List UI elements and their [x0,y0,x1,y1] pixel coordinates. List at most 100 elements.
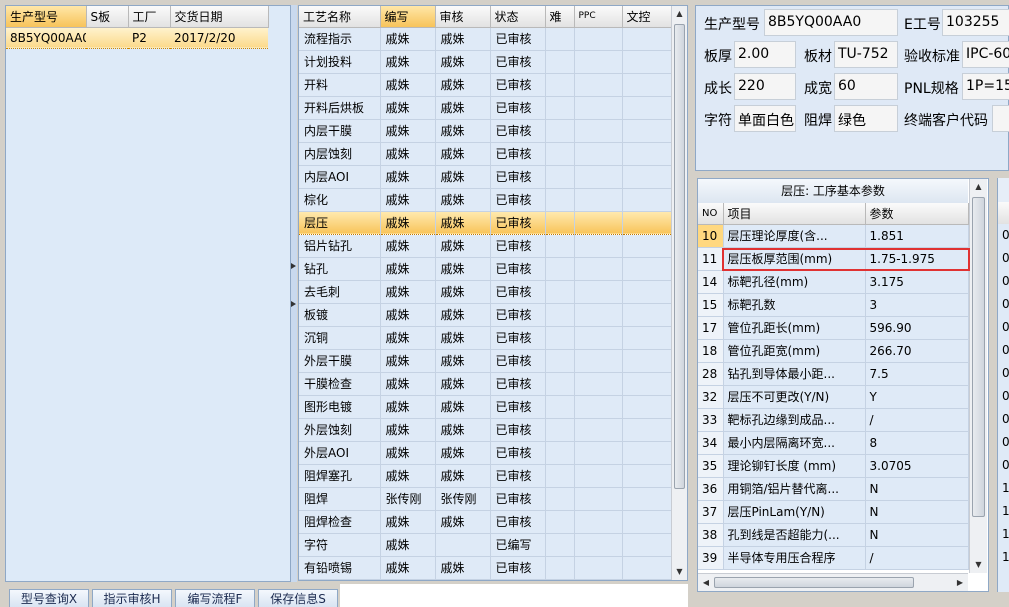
scroll-right-icon[interactable]: ▶ [954,575,966,591]
grid-cell[interactable]: 戚姝 [380,395,436,419]
col-header-model[interactable]: 生产型号 [6,6,87,28]
grid-cell[interactable] [574,464,623,488]
save-info-button[interactable]: 保存信息S [258,589,338,607]
cell-delivery-date[interactable]: 2017/2/20 [170,26,268,49]
grid-cell[interactable] [545,418,575,442]
grid-cell[interactable]: 戚姝 [380,510,436,534]
param-value-cell[interactable]: 1.851 [865,224,969,248]
param-name-cell[interactable]: 管位孔距长(mm) [723,316,866,340]
param-name-cell[interactable]: 孔到线是否超能力(... [723,523,866,547]
grid-cell[interactable]: 开料 [299,73,381,97]
grid-cell[interactable]: 戚姝 [380,418,436,442]
grid-cell[interactable]: 已审核 [490,234,546,258]
grid-cell[interactable]: 戚姝 [435,418,491,442]
grid-cell[interactable]: 张传刚 [380,487,436,511]
grid-cell[interactable]: 戚姝 [380,326,436,350]
grid-cell[interactable]: 戚姝 [380,303,436,327]
param-name-cell[interactable]: 标靶孔数 [723,293,866,317]
param-name-cell[interactable]: 层压PinLam(Y/N) [723,500,866,524]
table-row[interactable]: 内层AOI 戚姝 戚姝 已审核 [299,165,672,189]
grid-cell[interactable] [574,326,623,350]
grid-cell[interactable]: 已审核 [490,188,546,212]
grid-cell[interactable] [545,487,575,511]
char-field[interactable]: 单面白色 [734,105,796,132]
grid-cell[interactable] [622,395,672,419]
param-value-cell[interactable]: Y [865,385,969,409]
grid-cell[interactable]: 已审核 [490,257,546,281]
grid-cell[interactable] [545,556,575,580]
grid-cell[interactable]: 已审核 [490,349,546,373]
grid-cell[interactable]: 戚姝 [435,556,491,580]
grid-cell[interactable] [574,234,623,258]
grid-cell[interactable] [545,96,575,120]
param-value-cell[interactable]: N [865,523,969,547]
grid-cell[interactable]: 戚姝 [435,165,491,189]
table-row[interactable]: 外层AOI 戚姝 戚姝 已审核 [299,441,672,465]
grid-cell[interactable] [622,257,672,281]
param-value-cell[interactable]: N [865,500,969,524]
grid-cell[interactable]: 铝片钻孔 [299,234,381,258]
grid-cell[interactable]: 已审核 [490,372,546,396]
width-field[interactable]: 60 [834,73,898,100]
table-row[interactable]: 34 最小内层隔离环宽... 8 [698,431,969,455]
cell-s-board[interactable] [86,26,128,49]
grid-cell[interactable]: 戚姝 [380,96,436,120]
grid-cell[interactable] [574,165,623,189]
grid-cell[interactable] [574,73,623,97]
grid-cell[interactable]: 已审核 [490,280,546,304]
row-number[interactable]: 32 [698,385,724,409]
grid-cell[interactable] [545,142,575,166]
grid-cell[interactable] [545,326,575,350]
col-header-writer[interactable]: 编写 [380,6,436,28]
param-value-cell[interactable]: N [865,477,969,501]
param-name-cell[interactable]: 标靶孔径(mm) [723,270,866,294]
grid-cell[interactable]: 有铅喷锡 [299,556,381,580]
table-row[interactable]: 去毛刺 戚姝 戚姝 已审核 [299,280,672,304]
row-number[interactable]: 37 [698,500,724,524]
grid-cell[interactable]: 戚姝 [380,372,436,396]
grid-cell[interactable] [574,395,623,419]
table-row[interactable]: 钻孔 戚姝 戚姝 已审核 [299,257,672,281]
row-number[interactable]: 33 [698,408,724,432]
grid-cell[interactable] [622,326,672,350]
table-row[interactable]: 计划投料 戚姝 戚姝 已审核 [299,50,672,74]
grid-cell[interactable] [622,188,672,212]
grid-cell[interactable] [545,372,575,396]
grid-cell[interactable] [545,510,575,534]
grid-cell[interactable] [622,510,672,534]
grid-cell[interactable] [545,257,575,281]
table-row[interactable]: 15 标靶孔数 3 [698,293,969,317]
grid-cell[interactable] [622,27,672,51]
grid-cell[interactable]: 戚姝 [435,510,491,534]
expand-arrow-icon[interactable] [291,301,296,307]
grid-cell[interactable] [574,210,623,235]
grid-cell[interactable]: 阻焊 [299,487,381,511]
grid-cell[interactable]: 计划投料 [299,50,381,74]
grid-cell[interactable]: 戚姝 [435,441,491,465]
row-number[interactable]: 36 [698,477,724,501]
table-row[interactable]: 内层蚀刻 戚姝 戚姝 已审核 [299,142,672,166]
table-row[interactable]: 阻焊塞孔 戚姝 戚姝 已审核 [299,464,672,488]
write-flow-button[interactable]: 编写流程F [175,589,255,607]
row-number[interactable]: 17 [698,316,724,340]
scroll-thumb[interactable] [714,577,914,588]
length-field[interactable]: 220 [734,73,796,100]
standard-field[interactable]: IPC-60 [962,41,1009,68]
table-row[interactable]: 内层干膜 戚姝 戚姝 已审核 [299,119,672,143]
grid-cell[interactable]: 外层蚀刻 [299,418,381,442]
grid-cell[interactable]: 戚姝 [380,27,436,51]
grid-cell[interactable]: 戚姝 [380,441,436,465]
row-number[interactable]: 10 [698,224,724,248]
row-number[interactable]: 18 [698,339,724,363]
grid-cell[interactable] [622,73,672,97]
grid-cell[interactable]: 干膜检查 [299,372,381,396]
grid-cell[interactable]: 已审核 [490,556,546,580]
param-horizontal-scrollbar[interactable]: ◀ ▶ [698,573,968,591]
grid-cell[interactable]: 戚姝 [435,372,491,396]
grid-cell[interactable]: 已审核 [490,395,546,419]
grid-cell[interactable] [622,464,672,488]
grid-cell[interactable]: 外层干膜 [299,349,381,373]
param-value-cell[interactable]: 3.0705 [865,454,969,478]
material-field[interactable]: TU-752 [834,41,898,68]
grid-cell[interactable]: 内层AOI [299,165,381,189]
